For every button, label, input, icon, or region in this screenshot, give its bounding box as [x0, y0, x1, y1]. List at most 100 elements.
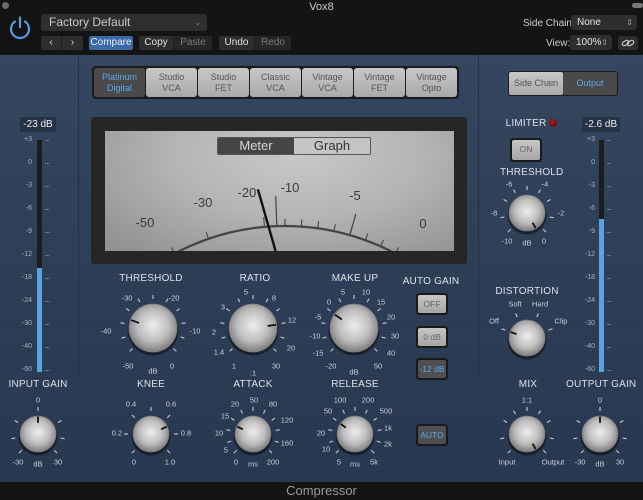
copy-paste-group: Copy Paste [139, 36, 212, 50]
makeup-scale-label: 0 [326, 297, 332, 307]
knob-tick [328, 429, 333, 431]
output-gain-scale-label: 0 [597, 395, 603, 405]
model-studio-vca[interactable]: Studio VCA [146, 68, 197, 97]
meter-tick [607, 186, 611, 187]
meter-scale-label: +3 [24, 136, 32, 143]
threshold-scale-label: -50 [122, 361, 134, 371]
meter-face: Meter Graph -50 -30 -20 -10 -5 0 [105, 131, 454, 251]
meter-scale-label: -40 [21, 343, 32, 350]
ratio-scale-label: 12 [287, 315, 297, 325]
preset-name: Factory Default [49, 15, 131, 29]
meter-tick [607, 347, 611, 348]
vu-scale-label: -10 [281, 180, 300, 195]
compare-group: Compare [89, 36, 133, 50]
release-scale-label: 200 [361, 395, 375, 405]
view-zoom-select[interactable]: 100% ⇕ [570, 35, 612, 50]
preset-dropdown[interactable]: Factory Default ⌄ [41, 14, 207, 31]
redo-button[interactable]: Redo [255, 36, 291, 50]
vu-scale: -50-30-20 -10-50 [136, 180, 427, 251]
side-chain-meter-button[interactable]: Side Chain [509, 72, 563, 95]
vu-tick [333, 224, 336, 232]
mix-knob[interactable] [495, 402, 559, 466]
link-button[interactable] [618, 36, 638, 50]
release-knob[interactable] [323, 402, 387, 466]
previous-preset-button[interactable]: ‹ [41, 36, 62, 50]
model-vintage-fet[interactable]: Vintage FET [354, 68, 405, 97]
power-icon[interactable] [7, 15, 33, 41]
link-icon [621, 39, 635, 47]
meter-tick [45, 301, 49, 302]
next-preset-button[interactable]: › [62, 36, 83, 50]
meter-tick [45, 278, 49, 279]
knob-body [508, 194, 546, 232]
limiter-label: LIMITER [505, 118, 547, 129]
meter-scale: +3 0 -3 -6 -9 -12 -18 -24 -30 -40 -60 [567, 136, 595, 373]
distortion-scale-label: Hard [531, 299, 549, 309]
threshold-scale-label: -10 [189, 326, 201, 336]
model-platinum-digital[interactable]: Platinum Digital [94, 68, 145, 97]
knob-tick [229, 348, 233, 352]
knob-tick [321, 322, 326, 325]
knob-tick [268, 449, 273, 454]
meter-tick [607, 301, 611, 302]
side-chain-select[interactable]: None ⇕ [571, 15, 637, 30]
ratio-knob[interactable] [215, 290, 291, 366]
model-vintage-opto[interactable]: Vintage Opto [406, 68, 457, 97]
makeup-scale-label: 5 [340, 287, 346, 297]
vu-tick [396, 247, 400, 251]
ratio-unit-label: :1 [249, 368, 257, 378]
knob-tick [364, 409, 368, 414]
knob-tick [274, 440, 279, 443]
model-vintage-vca[interactable]: Vintage VCA [302, 68, 353, 97]
knob-tick [548, 328, 553, 331]
threshold-unit-label: dB [148, 366, 158, 376]
knob-tick [503, 420, 508, 423]
input-gain-unit-label: dB [33, 459, 43, 469]
model-label: Platinum [101, 72, 137, 82]
side-chain-label: Side Chain: [523, 18, 575, 29]
knee-knob[interactable] [119, 402, 183, 466]
limiter-threshold-scale-label: -8 [490, 208, 498, 218]
copy-button[interactable]: Copy [139, 36, 174, 50]
paste-button[interactable]: Paste [174, 36, 212, 50]
view-zoom-value: 100% [576, 37, 602, 48]
compare-button[interactable]: Compare [89, 36, 133, 50]
input-gain-scale-label: -30 [12, 457, 24, 467]
model-classic-vca[interactable]: Classic VCA [250, 68, 301, 97]
chevron-down-icon: ⌄ [194, 18, 201, 27]
distortion-knob[interactable] [495, 306, 559, 370]
input-gain-scale-label: 30 [53, 457, 63, 467]
knee-label: KNEE [136, 379, 166, 390]
meter-track [599, 140, 604, 372]
meter-scale-label: -9 [588, 228, 595, 235]
auto-gain-minus12db-button[interactable]: -12 dB [416, 358, 448, 380]
output-meter-button[interactable]: Output [563, 72, 617, 95]
attack-knob[interactable] [221, 402, 285, 466]
undo-button[interactable]: Undo [219, 36, 255, 50]
input-gain-knob[interactable] [6, 402, 70, 466]
limiter-threshold-knob[interactable] [495, 181, 559, 245]
knob-body [228, 303, 278, 353]
knob-tick [500, 437, 505, 440]
meter-source-toggle: Side Chain Output [508, 71, 618, 96]
ratio-scale-label: 3 [220, 302, 226, 312]
knob-tick [131, 414, 136, 419]
output-gain-knob[interactable] [568, 402, 632, 466]
knob-indicator [267, 323, 277, 327]
meter-tick [45, 209, 49, 210]
auto-gain-0db-button[interactable]: 0 dB [416, 326, 448, 348]
knob-tick [322, 336, 327, 339]
ratio-scale-label: 1 [231, 361, 237, 371]
attack-scale-label: 50 [249, 395, 259, 405]
knob-tick [280, 336, 285, 339]
model-studio-fet[interactable]: Studio FET [198, 68, 249, 97]
model-label: Studio [158, 72, 185, 82]
preset-nav: ‹ › [41, 36, 83, 50]
limiter-on-button[interactable]: ON [510, 138, 542, 162]
model-label: VCA [318, 83, 337, 93]
knob-tick [370, 449, 375, 454]
auto-release-button[interactable]: AUTO [416, 424, 448, 446]
meter-scale-label: -24 [21, 297, 32, 304]
circuit-type-selector: Platinum Digital Studio VCA Studio FET Clas… [92, 66, 459, 99]
auto-gain-off-button[interactable]: OFF [416, 293, 448, 315]
